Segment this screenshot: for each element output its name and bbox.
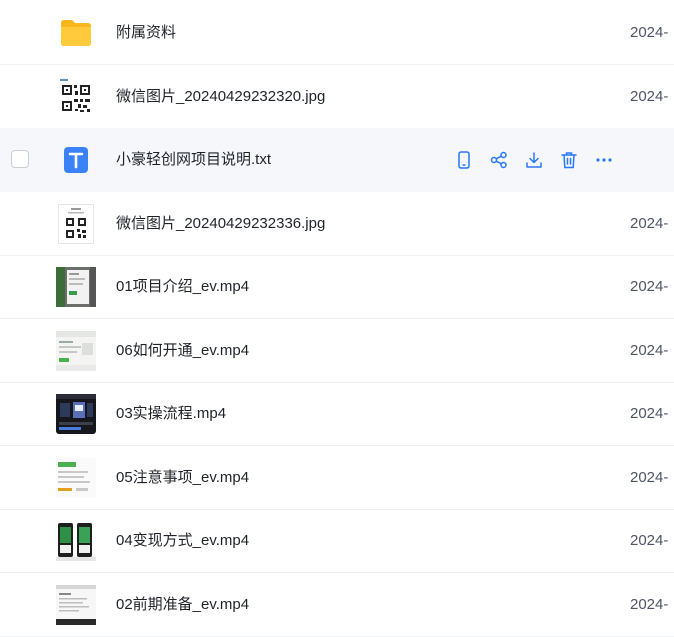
folder-icon (56, 13, 96, 53)
list-item[interactable]: 05注意事项_ev.mp4 2024- (0, 446, 674, 510)
list-item[interactable]: 06如何开通_ev.mp4 2024- (0, 319, 674, 383)
file-date: 2024- (630, 469, 669, 486)
download-icon[interactable] (516, 128, 551, 192)
file-name[interactable]: 02前期准备_ev.mp4 (116, 573, 249, 637)
file-name[interactable]: 小豪轻创网项目说明.txt (116, 128, 271, 192)
row-checkbox[interactable] (11, 150, 29, 168)
file-name[interactable]: 05注意事项_ev.mp4 (116, 446, 249, 510)
file-date: 2024- (630, 596, 669, 613)
file-list: 附属资料 2024- 微信图片_20240429232320.jpg 2024- (0, 0, 674, 637)
video-thumbnail (56, 331, 96, 371)
file-date: 2024- (630, 532, 669, 549)
file-name[interactable]: 01项目介绍_ev.mp4 (116, 255, 249, 319)
file-name[interactable]: 03实操流程.mp4 (116, 382, 226, 446)
file-date: 2024- (630, 88, 669, 105)
list-item[interactable]: 微信图片_20240429232320.jpg 2024- (0, 65, 674, 129)
file-name[interactable]: 04变现方式_ev.mp4 (116, 509, 249, 573)
qr-code-image-thumbnail (56, 77, 96, 117)
phone-icon[interactable] (446, 128, 481, 192)
file-name[interactable]: 微信图片_20240429232336.jpg (116, 192, 325, 256)
list-item[interactable]: 微信图片_20240429232336.jpg 2024- (0, 192, 674, 256)
list-item[interactable]: 附属资料 2024- (0, 1, 674, 65)
delete-icon[interactable] (551, 128, 586, 192)
video-thumbnail (56, 585, 96, 625)
qr-code-image-thumbnail (56, 204, 96, 244)
file-name[interactable]: 06如何开通_ev.mp4 (116, 319, 249, 383)
file-date: 2024- (630, 405, 669, 422)
more-icon[interactable] (586, 128, 621, 192)
file-date: 2024- (630, 215, 669, 232)
file-date: 2024- (630, 342, 669, 359)
list-item[interactable]: 04变现方式_ev.mp4 2024- (0, 509, 674, 573)
file-date: 2024- (630, 278, 669, 295)
text-file-icon (56, 140, 96, 180)
list-item[interactable]: 03实操流程.mp4 2024- (0, 382, 674, 446)
video-thumbnail (56, 521, 96, 561)
row-actions (446, 128, 621, 192)
list-item[interactable]: 小豪轻创网项目说明.txt (0, 128, 674, 192)
list-item[interactable]: 01项目介绍_ev.mp4 2024- (0, 255, 674, 319)
file-name[interactable]: 附属资料 (116, 1, 176, 65)
list-item[interactable]: 02前期准备_ev.mp4 2024- (0, 573, 674, 637)
video-thumbnail (56, 458, 96, 498)
video-thumbnail (56, 394, 96, 434)
file-date: 2024- (630, 24, 669, 41)
file-name[interactable]: 微信图片_20240429232320.jpg (116, 65, 325, 129)
share-icon[interactable] (481, 128, 516, 192)
video-thumbnail (56, 267, 96, 307)
